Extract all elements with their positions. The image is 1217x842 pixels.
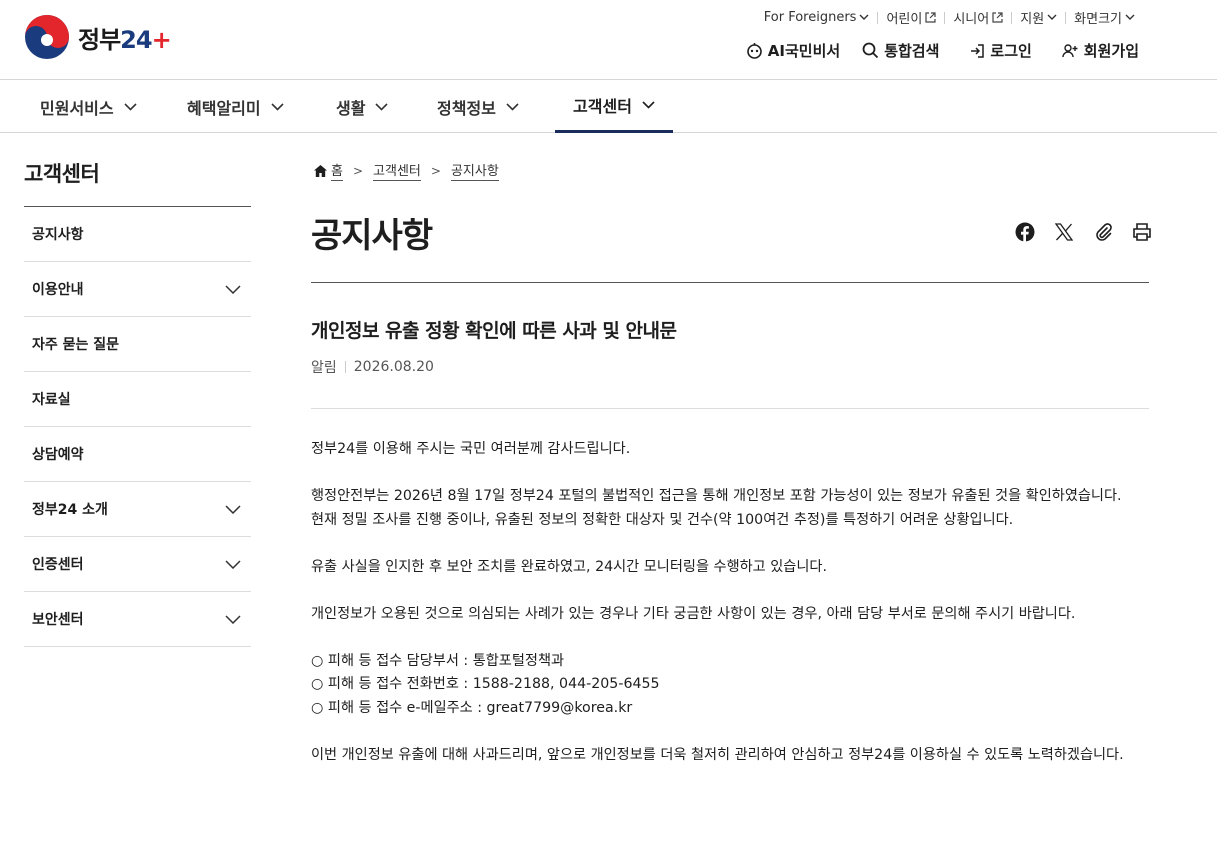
sidebar-item-security-center[interactable]: 보안센터	[24, 592, 251, 647]
title-divider	[311, 282, 1149, 283]
nav-item-benefits[interactable]: 혜택알리미	[187, 80, 284, 133]
meta-divider	[311, 408, 1149, 409]
sidebar-item-usage-guide[interactable]: 이용안내	[24, 262, 251, 317]
chevron-right-icon: >	[352, 163, 364, 178]
for-foreigners-link[interactable]: For Foreigners	[756, 10, 878, 25]
breadcrumb-customer-center[interactable]: 고객센터	[373, 160, 421, 181]
chevron-down-icon	[506, 102, 519, 111]
chevron-right-icon: >	[430, 163, 441, 178]
global-actions: AI국민비서 통합검색 로그인 회원가입	[746, 40, 1139, 61]
kids-link[interactable]: 어린이	[878, 8, 944, 27]
x-twitter-icon[interactable]	[1053, 221, 1074, 242]
post-date: 2026.08.20	[353, 359, 434, 375]
chevron-down-icon	[642, 101, 655, 109]
post-paragraph: 정부24를 이용해 주시는 국민 여러분께 감사드립니다.	[311, 441, 631, 457]
post-paragraph: 행정안전부는 2026년 8월 17일 정부24 포털의 불법적인 접근을 통해…	[311, 488, 1122, 504]
facebook-icon[interactable]	[1014, 221, 1035, 242]
sidebar-item-resources[interactable]: 자료실	[24, 372, 251, 427]
search-icon	[862, 42, 879, 59]
post-paragraph: 현재 정밀 조사를 진행 중이나, 유출된 정보의 정확한 대상자 및 건수(약…	[311, 511, 1014, 528]
contact-department: ○ 피해 등 접수 담당부서 : 통합포털정책과	[311, 652, 565, 669]
nav-item-customer-center[interactable]: 고객센터	[555, 80, 673, 133]
chevron-down-icon	[1047, 14, 1057, 20]
senior-link[interactable]: 시니어	[945, 8, 1011, 27]
utility-menu: For Foreigners 어린이 시니어 지원 화면크기	[756, 8, 1143, 27]
chevron-down-icon	[225, 284, 241, 294]
sidebar-item-notice[interactable]: 공지사항	[24, 207, 251, 262]
print-icon[interactable]	[1131, 221, 1152, 242]
external-link-icon	[925, 12, 936, 23]
nav-item-civil-service[interactable]: 민원서비스	[40, 80, 137, 133]
chevron-down-icon	[271, 102, 284, 111]
chevron-down-icon	[124, 102, 137, 111]
breadcrumb-home[interactable]: 홈	[314, 160, 343, 181]
chevron-down-icon	[859, 14, 869, 20]
chevron-down-icon	[225, 559, 241, 569]
post-meta: 알림 2026.08.20	[311, 357, 434, 377]
share-toolbar	[1014, 221, 1152, 242]
sidebar-item-consult-booking[interactable]: 상담예약	[24, 427, 251, 482]
signup-button[interactable]: 회원가입	[1062, 40, 1139, 61]
post-category: 알림	[311, 360, 337, 376]
post-paragraph: 이번 개인정보 유출에 대해 사과드리며, 앞으로 개인정보를 더욱 철저히 관…	[311, 746, 1124, 763]
post-body: 정부24를 이용해 주시는 국민 여러분께 감사드립니다. 행정안전부는 202…	[311, 438, 1151, 767]
sidebar-title: 고객센터	[24, 162, 100, 186]
sidebar-item-about[interactable]: 정부24 소개	[24, 482, 251, 537]
home-icon	[314, 164, 327, 177]
robot-icon	[746, 43, 762, 59]
breadcrumb-notice[interactable]: 공지사항	[450, 160, 499, 181]
main-nav: 민원서비스 혜택알리미 생활 정책정보 고객센터	[0, 80, 1217, 133]
site-header: 정부24+ For Foreigners 어린이 시니어 지원 화면크기 AI국…	[0, 0, 1217, 80]
chevron-down-icon	[225, 504, 241, 514]
support-dropdown[interactable]: 지원	[1012, 8, 1065, 27]
chevron-down-icon	[1125, 14, 1135, 20]
post-paragraph: 유출 사실을 인지한 후 보안 조치를 완료하였고, 24시간 모니터링을 수행…	[311, 558, 827, 575]
divider	[344, 361, 346, 373]
contact-phone: ○ 피해 등 접수 전화번호 : 1588-2188, 044-205-6455	[311, 676, 660, 692]
add-user-icon	[1062, 43, 1078, 57]
sidebar-item-auth-center[interactable]: 인증센터	[24, 537, 251, 592]
site-logo[interactable]: 정부24+	[24, 14, 172, 60]
link-clip-icon[interactable]	[1092, 221, 1113, 242]
site-logo-text: 정부24+	[78, 25, 172, 54]
search-button[interactable]: 통합검색	[862, 40, 939, 61]
login-icon	[971, 43, 985, 58]
sidebar-item-faq[interactable]: 자주 묻는 질문	[24, 317, 251, 372]
login-button[interactable]: 로그인	[969, 40, 1032, 61]
nav-item-life[interactable]: 생활	[336, 80, 389, 133]
post-paragraph: 개인정보가 오용된 것으로 의심되는 사례가 있는 경우나 기타 궁금한 사항이…	[311, 605, 1076, 622]
page-title: 공지사항	[311, 216, 433, 256]
font-size-dropdown[interactable]: 화면크기	[1066, 8, 1143, 27]
chevron-down-icon	[375, 102, 389, 111]
ai-assistant-button[interactable]: AI국민비서	[746, 40, 840, 61]
breadcrumb: 홈 > 고객센터 > 공지사항	[314, 160, 499, 181]
chevron-down-icon	[225, 614, 241, 624]
sidebar-menu: 공지사항 이용안내 자주 묻는 질문 자료실 상담예약 정부24 소개 인증센터…	[24, 207, 251, 647]
external-link-icon	[992, 12, 1003, 23]
taegeuk-logo-icon	[25, 15, 69, 59]
nav-item-policy[interactable]: 정책정보	[437, 80, 519, 133]
contact-email: ○ 피해 등 접수 e-메일주소 : great7799@korea.kr	[311, 699, 633, 716]
post-title: 개인정보 유출 정황 확인에 따른 사과 및 안내문	[311, 320, 677, 342]
